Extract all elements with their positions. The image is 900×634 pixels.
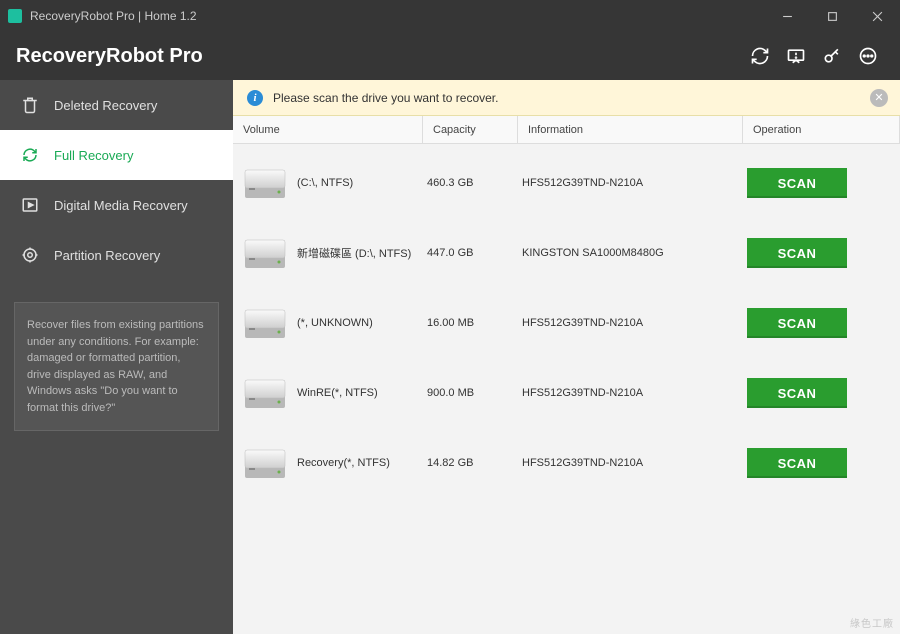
table-row: 新增磁碟區 (D:\, NTFS)447.0 GBKINGSTON SA1000… xyxy=(233,218,900,288)
notice-text: Please scan the drive you want to recove… xyxy=(273,91,498,105)
col-header-information: Information xyxy=(518,116,743,143)
cell-volume: 新增磁碟區 (D:\, NTFS) xyxy=(297,245,427,261)
cell-volume: (C:\, NTFS) xyxy=(297,177,427,189)
cell-capacity: 460.3 GB xyxy=(427,177,522,189)
drive-icon xyxy=(243,166,287,200)
maximize-button[interactable] xyxy=(810,0,855,32)
drive-icon xyxy=(243,306,287,340)
drive-icon xyxy=(243,236,287,270)
sidebar-item-deleted-recovery[interactable]: Deleted Recovery xyxy=(0,80,233,130)
table-row: Recovery(*, NTFS)14.82 GBHFS512G39TND-N2… xyxy=(233,428,900,498)
table-row: WinRE(*, NTFS)900.0 MBHFS512G39TND-N210A… xyxy=(233,358,900,428)
sidebar: Deleted Recovery Full Recovery Digital M… xyxy=(0,80,233,634)
col-header-capacity: Capacity xyxy=(423,116,518,143)
app-logo-icon xyxy=(8,9,22,23)
play-icon xyxy=(20,195,40,215)
cell-information: KINGSTON SA1000M8480G xyxy=(522,247,747,259)
cell-capacity: 14.82 GB xyxy=(427,457,522,469)
cell-volume: Recovery(*, NTFS) xyxy=(297,457,427,469)
key-icon[interactable] xyxy=(816,40,848,72)
cell-information: HFS512G39TND-N210A xyxy=(522,317,747,329)
trash-icon xyxy=(20,95,40,115)
sidebar-item-label: Full Recovery xyxy=(54,148,133,163)
cell-information: HFS512G39TND-N210A xyxy=(522,387,747,399)
minimize-button[interactable] xyxy=(765,0,810,32)
sidebar-item-label: Deleted Recovery xyxy=(54,98,157,113)
close-button[interactable] xyxy=(855,0,900,32)
more-icon[interactable] xyxy=(852,40,884,72)
window-title: RecoveryRobot Pro | Home 1.2 xyxy=(30,9,197,23)
target-icon xyxy=(20,245,40,265)
table-row: (*, UNKNOWN)16.00 MBHFS512G39TND-N210ASC… xyxy=(233,288,900,358)
app-header: RecoveryRobot Pro xyxy=(0,32,900,80)
feedback-icon[interactable] xyxy=(780,40,812,72)
sidebar-item-full-recovery[interactable]: Full Recovery xyxy=(0,130,233,180)
sidebar-item-label: Partition Recovery xyxy=(54,248,160,263)
scan-button[interactable]: SCAN xyxy=(747,378,847,408)
cell-volume: WinRE(*, NTFS) xyxy=(297,387,427,399)
col-header-operation: Operation xyxy=(743,116,900,143)
cell-information: HFS512G39TND-N210A xyxy=(522,457,747,469)
sidebar-item-partition-recovery[interactable]: Partition Recovery xyxy=(0,230,233,280)
cell-capacity: 900.0 MB xyxy=(427,387,522,399)
drive-icon xyxy=(243,376,287,410)
watermark: 綠色工廠 xyxy=(850,615,894,630)
scan-button[interactable]: SCAN xyxy=(747,168,847,198)
notice-close-button[interactable]: ✕ xyxy=(870,89,888,107)
notice-bar: i Please scan the drive you want to reco… xyxy=(233,80,900,116)
sidebar-item-label: Digital Media Recovery xyxy=(54,198,188,213)
titlebar: RecoveryRobot Pro | Home 1.2 xyxy=(0,0,900,32)
drive-icon xyxy=(243,446,287,480)
loop-icon xyxy=(20,145,40,165)
info-icon: i xyxy=(247,90,263,106)
sidebar-help-text: Recover files from existing partitions u… xyxy=(14,302,219,431)
refresh-icon[interactable] xyxy=(744,40,776,72)
table-row: (C:\, NTFS)460.3 GBHFS512G39TND-N210ASCA… xyxy=(233,148,900,218)
scan-button[interactable]: SCAN xyxy=(747,448,847,478)
scan-button[interactable]: SCAN xyxy=(747,238,847,268)
cell-capacity: 447.0 GB xyxy=(427,247,522,259)
table-header: Volume Capacity Information Operation xyxy=(233,116,900,144)
content-area: i Please scan the drive you want to reco… xyxy=(233,80,900,634)
cell-capacity: 16.00 MB xyxy=(427,317,522,329)
sidebar-item-digital-media-recovery[interactable]: Digital Media Recovery xyxy=(0,180,233,230)
app-title: RecoveryRobot Pro xyxy=(16,45,203,68)
col-header-volume: Volume xyxy=(233,116,423,143)
cell-volume: (*, UNKNOWN) xyxy=(297,317,427,329)
scan-button[interactable]: SCAN xyxy=(747,308,847,338)
cell-information: HFS512G39TND-N210A xyxy=(522,177,747,189)
